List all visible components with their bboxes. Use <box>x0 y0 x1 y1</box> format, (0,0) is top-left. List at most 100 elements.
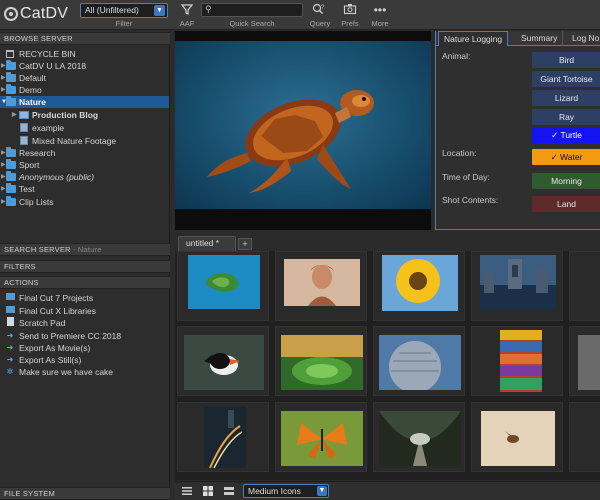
tab-untitled[interactable]: untitled * <box>178 236 236 251</box>
tree-item-research[interactable]: ▶ Research <box>0 147 169 159</box>
file-system-header[interactable]: FILE SYSTEM <box>0 487 170 500</box>
clip-cell[interactable] <box>471 326 563 396</box>
prefs-button[interactable] <box>342 3 358 17</box>
clip-cell[interactable] <box>177 251 269 321</box>
svg-text:?: ? <box>321 5 325 11</box>
action-scratch-pad[interactable]: Scratch Pad <box>0 317 169 329</box>
clip-cell[interactable] <box>177 402 269 472</box>
clip-cell[interactable] <box>373 402 465 472</box>
logo-text: CatDV <box>20 5 69 22</box>
turtle-frame-image <box>207 90 374 193</box>
expand-arrow-icon[interactable]: ▶ <box>1 183 6 195</box>
filters-header[interactable]: FILTERS <box>0 260 170 273</box>
arrow-right-icon: ➜ <box>6 331 14 340</box>
trash-icon <box>6 50 14 58</box>
action-final-cut-x[interactable]: Final Cut X Libraries <box>0 305 169 317</box>
filter-label: Filter <box>115 19 133 28</box>
animal-option-bird[interactable]: Bird <box>532 52 600 68</box>
more-button[interactable]: ••• <box>372 3 388 17</box>
tree-item-test[interactable]: ▶ Test <box>0 183 169 195</box>
animal-option-lizard[interactable]: Lizard <box>532 90 600 106</box>
logging-tabs: Nature Logging Summary Log No <box>436 31 600 46</box>
tree-item-nature[interactable]: ▼ Nature <box>0 96 169 108</box>
clip-cell[interactable] <box>569 326 600 396</box>
left-panel: BROWSE SERVER RECYCLE BIN ▶ CatDV U LA 2… <box>0 31 170 500</box>
tree-item-production-blog[interactable]: ▶ Production Blog <box>0 109 169 121</box>
tree-item-clip-lists[interactable]: ▶ Clip Lists <box>0 196 169 208</box>
time-option-morning[interactable]: Morning <box>532 173 600 189</box>
tree-item-catdv-u-la[interactable]: ▶ CatDV U LA 2018 <box>0 60 169 72</box>
filmstrip-view-button[interactable] <box>223 485 235 497</box>
clip-tabstrip: untitled * + <box>175 235 600 251</box>
expand-arrow-icon[interactable]: ▶ <box>1 60 6 72</box>
aaf-button[interactable] <box>179 3 195 17</box>
tab-summary[interactable]: Summary <box>516 31 564 46</box>
expand-arrow-icon[interactable]: ▶ <box>1 196 6 208</box>
search-server-header[interactable]: SEARCH SERVER - Nature <box>0 243 170 256</box>
list-view-button[interactable] <box>181 485 193 497</box>
clip-thumbnail-bridge-city <box>480 255 556 310</box>
quick-search-input[interactable] <box>214 4 300 16</box>
clip-thumbnail-partial <box>578 335 600 390</box>
folder-icon <box>5 305 15 317</box>
expand-arrow-icon[interactable]: ▶ <box>1 147 6 159</box>
clip-cell[interactable] <box>275 326 367 396</box>
aaf-label: AAF <box>179 19 195 28</box>
video-player[interactable] <box>175 31 431 230</box>
tab-nature-logging[interactable]: Nature Logging <box>438 31 509 46</box>
tree-item-example[interactable]: example <box>0 122 169 134</box>
toolbar: CatDV All (Unfiltered) ▼ Filter AAF ⚲ Qu… <box>0 0 600 30</box>
catalog-icon <box>19 111 29 119</box>
actions-header[interactable]: ACTIONS <box>0 276 170 289</box>
add-tab-button[interactable]: + <box>238 238 252 250</box>
quick-search-box[interactable]: ⚲ <box>201 3 303 17</box>
clip-cell[interactable] <box>569 251 600 321</box>
clip-cell[interactable] <box>373 251 465 321</box>
clip-cell[interactable] <box>471 402 563 472</box>
action-make-cake[interactable]: ✲ Make sure we have cake <box>0 366 169 378</box>
icon-size-select[interactable]: Medium Icons ▼ <box>243 484 329 498</box>
tab-log-notes[interactable]: Log No <box>567 31 600 46</box>
shot-contents-label: Shot Contents: <box>442 195 499 205</box>
clip-cell[interactable] <box>373 326 465 396</box>
camera-icon <box>343 4 357 15</box>
clip-thumbnail-island <box>188 255 260 309</box>
location-option-water[interactable]: ✓ Water <box>532 149 600 165</box>
arrow-right-icon: ➜ <box>6 355 14 364</box>
action-export-stills[interactable]: ➜ Export As Still(s) <box>0 354 169 366</box>
action-export-movies[interactable]: ➜ Export As Movie(s) <box>0 342 169 354</box>
view-toolbar: Medium Icons ▼ <box>175 481 600 500</box>
animal-option-ray[interactable]: Ray <box>532 109 600 125</box>
expand-arrow-icon[interactable]: ▶ <box>1 84 6 96</box>
tree-item-default[interactable]: ▶ Default <box>0 72 169 84</box>
clip-thumbnail-grid <box>175 251 600 480</box>
clip-cell[interactable] <box>471 251 563 321</box>
browse-server-header[interactable]: BROWSE SERVER <box>0 32 170 45</box>
tree-item-mixed-nature-footage[interactable]: Mixed Nature Footage <box>0 135 169 147</box>
clip-cell[interactable] <box>569 402 600 472</box>
filter-select[interactable]: All (Unfiltered) ▼ <box>80 3 168 18</box>
prefs-label: Prefs <box>341 19 359 28</box>
tree-item-demo[interactable]: ▶ Demo <box>0 84 169 96</box>
animal-option-giant-tortoise[interactable]: Giant Tortoise <box>532 71 600 87</box>
action-final-cut-7[interactable]: Final Cut 7 Projects <box>0 292 169 304</box>
chevron-down-icon: ▼ <box>154 5 165 16</box>
filter-value: All (Unfiltered) <box>85 5 139 15</box>
clip-cell[interactable] <box>275 251 367 321</box>
tree-item-sport[interactable]: ▶ Sport <box>0 159 169 171</box>
expand-arrow-icon[interactable]: ▶ <box>1 72 6 84</box>
shot-option-land[interactable]: Land <box>532 196 600 212</box>
folder-icon <box>6 183 16 193</box>
clip-cell[interactable] <box>177 326 269 396</box>
expand-arrow-icon[interactable]: ▶ <box>12 109 17 121</box>
clip-cell[interactable] <box>275 402 367 472</box>
query-button[interactable]: ? <box>311 3 327 17</box>
tree-item-anonymous-public[interactable]: ▶ Anonymous (public) <box>0 171 169 183</box>
animal-option-turtle[interactable]: ✓ Turtle <box>532 127 600 143</box>
grid-view-button[interactable] <box>202 485 214 497</box>
expand-arrow-icon[interactable]: ▶ <box>1 171 6 183</box>
expand-arrow-icon[interactable]: ▶ <box>1 159 6 171</box>
tree-item-recycle-bin[interactable]: RECYCLE BIN <box>0 48 169 60</box>
more-dots-icon: ••• <box>373 3 387 17</box>
action-send-to-premiere[interactable]: ➜ Send to Premiere CC 2018 <box>0 330 169 342</box>
